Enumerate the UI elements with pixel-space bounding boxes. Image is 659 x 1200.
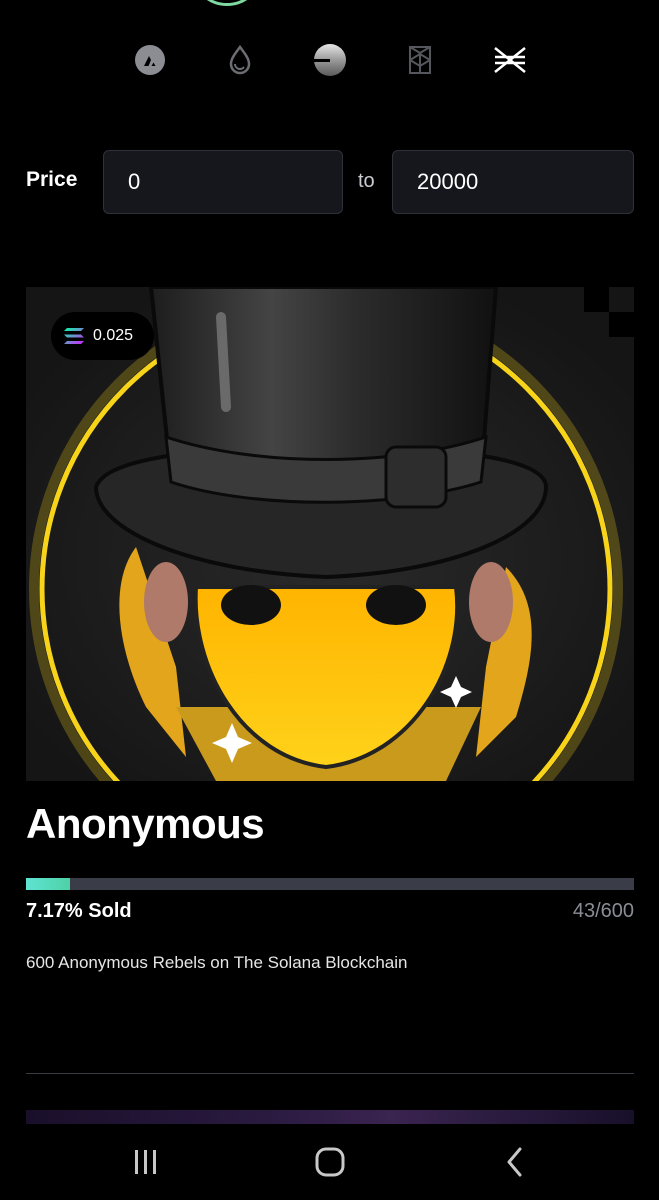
stellar-icon[interactable]	[490, 40, 530, 80]
next-collection-image[interactable]	[26, 1110, 634, 1124]
anonymous-rebel-artwork	[26, 287, 634, 781]
solana-icon	[64, 328, 84, 344]
sphere-icon[interactable]	[310, 40, 350, 80]
collection-description: 600 Anonymous Rebels on The Solana Block…	[26, 953, 408, 972]
mint-progress-bar	[26, 878, 634, 890]
price-to-label: to	[358, 170, 375, 192]
back-icon[interactable]	[495, 1142, 535, 1182]
nft-price-value: 0.025	[93, 327, 134, 344]
nft-collection-image[interactable]	[26, 287, 634, 781]
fantom-icon[interactable]	[400, 40, 440, 80]
sui-icon[interactable]	[220, 40, 260, 80]
sold-percent-label: 7.17% Sold	[26, 900, 132, 922]
android-navigation-bar	[0, 1124, 659, 1200]
recents-icon[interactable]	[126, 1142, 166, 1182]
nft-price-badge: 0.025	[51, 312, 154, 360]
collection-title[interactable]: Anonymous	[26, 800, 265, 848]
selected-chain-ring	[196, 0, 258, 6]
card-divider	[26, 1073, 634, 1074]
mint-progress-fill	[26, 878, 70, 890]
price-max-input[interactable]	[392, 150, 634, 214]
price-min-input[interactable]	[103, 150, 343, 214]
avalanche-icon[interactable]	[130, 40, 170, 80]
price-label: Price	[26, 168, 78, 191]
home-icon[interactable]	[310, 1142, 350, 1182]
minted-count: 43/600	[572, 900, 634, 922]
chain-filter-row	[0, 40, 659, 82]
